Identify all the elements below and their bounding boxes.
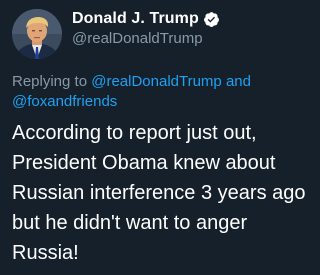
replying-to-line: Replying to @realDonaldTrump and @foxand… [12, 72, 308, 112]
tweet-text: According to report just out, President … [12, 122, 306, 264]
mention-link-realdonaldtrump[interactable]: @realDonaldTrump [91, 73, 222, 90]
verified-badge-icon [203, 11, 220, 28]
tweet-card[interactable]: Donald J. Trump @realDonaldTrump Replyin… [0, 0, 320, 275]
name-row: Donald J. Trump [72, 10, 220, 28]
mention-joiner: and [225, 73, 251, 90]
replying-to-label: Replying to [12, 73, 88, 90]
display-name[interactable]: Donald J. Trump [72, 10, 199, 28]
mention-link-foxandfriends[interactable]: @foxandfriends [12, 93, 117, 110]
avatar[interactable] [12, 9, 62, 59]
user-handle[interactable]: @realDonaldTrump [72, 30, 203, 47]
profile-photo [12, 9, 62, 59]
